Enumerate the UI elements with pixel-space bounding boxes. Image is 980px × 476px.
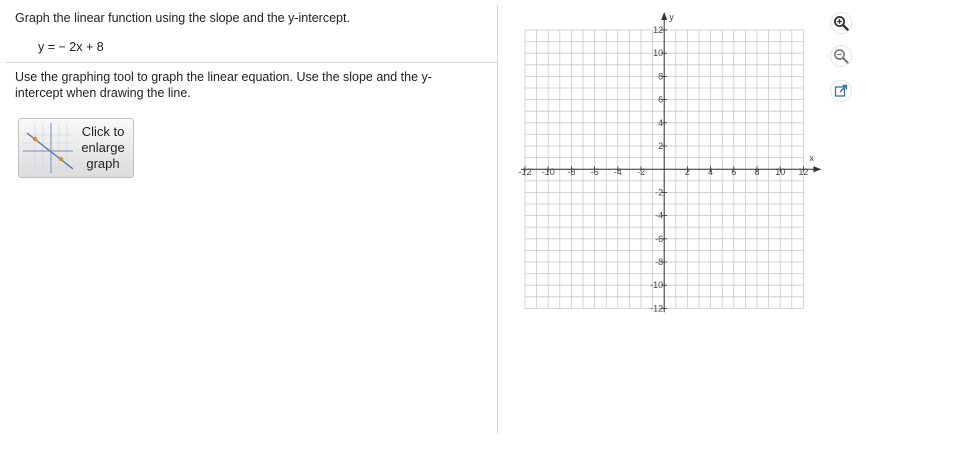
x-axis-label: x (809, 153, 814, 163)
x-tick-label: 6 (731, 167, 736, 177)
x-tick-label: -10 (542, 167, 555, 177)
divider (6, 62, 497, 63)
y-axis-label: y (669, 12, 674, 22)
x-tick-label: -12 (518, 167, 531, 177)
y-tick-label: -8 (655, 257, 663, 267)
question-panel: Graph the linear function using the slop… (0, 0, 497, 476)
x-tick-label: -4 (614, 167, 622, 177)
x-tick-label: 4 (708, 167, 713, 177)
y-tick-label: -10 (650, 280, 663, 290)
x-tick-label: -2 (637, 167, 645, 177)
zoom-in-icon (834, 16, 849, 31)
graph-thumbnail-icon (23, 123, 73, 173)
popout-button[interactable] (830, 80, 852, 102)
y-tick-label: 4 (658, 118, 663, 128)
x-tick-label: -6 (591, 167, 599, 177)
enlarge-graph-button[interactable]: Click to enlarge graph (18, 118, 134, 178)
y-tick-label: 12 (653, 25, 663, 35)
x-tick-label: 8 (754, 167, 759, 177)
y-tick-label: 10 (653, 48, 663, 58)
enlarge-label-line3: graph (86, 156, 120, 171)
y-tick-label: 6 (658, 95, 663, 105)
zoom-out-icon (834, 49, 849, 64)
zoom-out-button[interactable] (830, 45, 852, 67)
panel-divider (497, 5, 498, 433)
y-tick-label: 8 (658, 71, 663, 81)
zoom-in-button[interactable] (830, 12, 852, 34)
y-tick-label: -6 (655, 234, 663, 244)
question-instruction: Graph the linear function using the slop… (15, 11, 350, 25)
equation: y = − 2x + 8 (38, 40, 104, 54)
y-tick-label: 2 (658, 141, 663, 151)
x-tick-label: 12 (798, 167, 808, 177)
x-axis-arrow (813, 166, 822, 173)
y-axis-arrow (661, 12, 668, 20)
x-tick-label: 10 (775, 167, 785, 177)
y-tick-label: -12 (650, 303, 663, 313)
tool-instruction: Use the graphing tool to graph the linea… (15, 70, 432, 100)
enlarge-label-line2: enlarge (81, 140, 125, 155)
y-tick-label: -2 (655, 187, 663, 197)
graphing-area[interactable]: x y -12 -10 -8 -6 -4 -2 2 4 6 8 10 12 12 10 8 6 4 2 -2 -4 -6 -8… (515, 10, 825, 320)
enlarge-label-line1: Click to (81, 124, 125, 139)
x-tick-label: 2 (685, 167, 690, 177)
y-tick-label: -4 (655, 211, 663, 221)
enlarge-label: Click to enlarge graph (75, 124, 131, 172)
popout-icon (834, 84, 848, 97)
x-tick-label: -8 (567, 167, 575, 177)
